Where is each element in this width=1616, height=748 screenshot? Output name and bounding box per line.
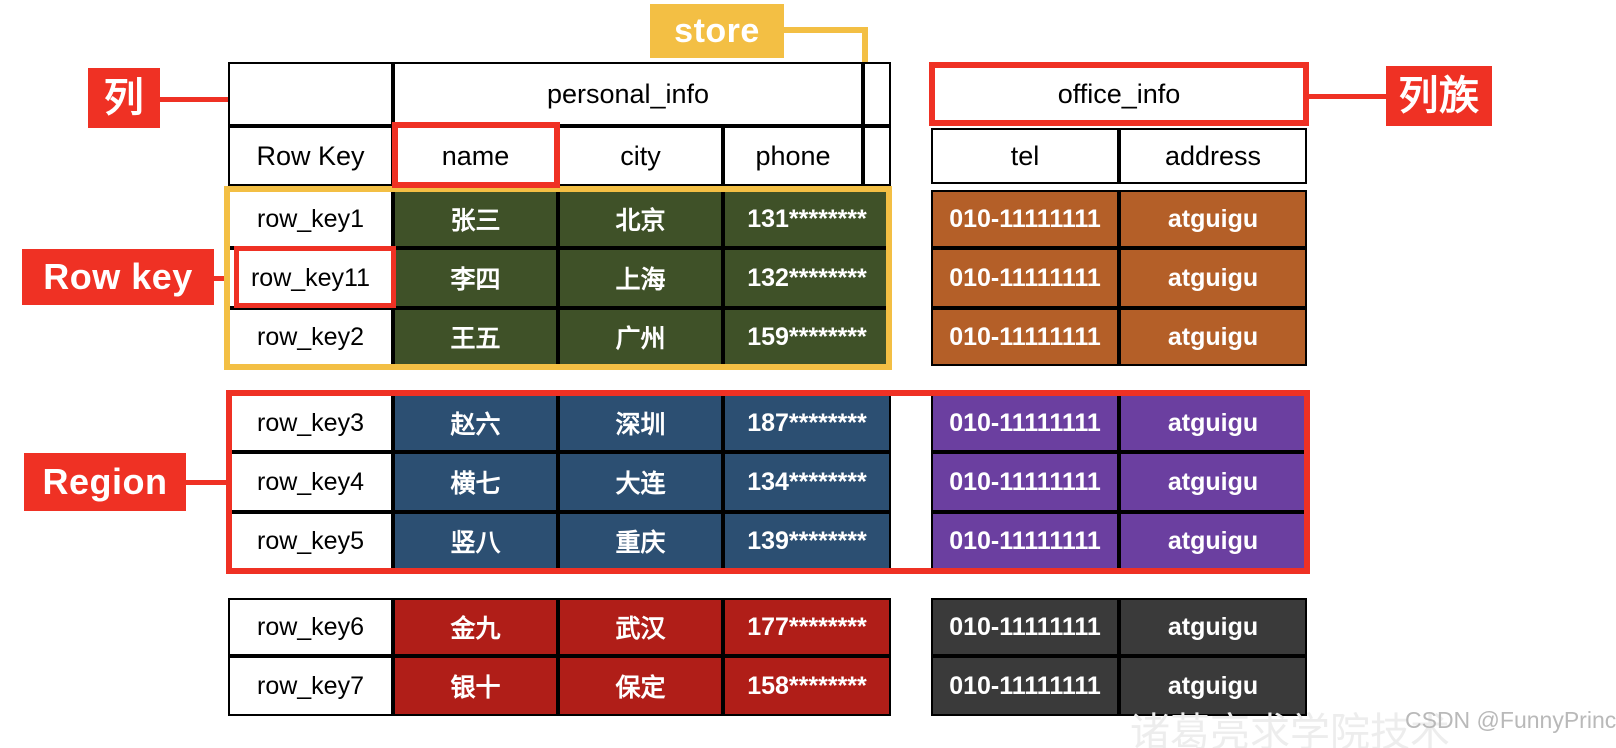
- address-cell-text: atguigu: [1167, 322, 1259, 351]
- watermark-csdn: CSDN @FunnyPrince_: [1405, 707, 1616, 734]
- address-cell-text: atguigu: [1167, 612, 1259, 641]
- column-label-text: 列: [103, 76, 145, 120]
- table-row: row_key7: [228, 656, 393, 716]
- address-cell-text: atguigu: [1167, 204, 1259, 233]
- row-key-cell: row_key6: [257, 612, 364, 641]
- region-label-text: Region: [42, 461, 168, 502]
- row-key-label: Row key: [22, 249, 214, 305]
- hbase-table-diagram: store 列 Row key Region 列族 personal_info …: [0, 0, 1616, 748]
- name-cell-text: 金九: [450, 615, 501, 643]
- tel-cell: 010-11111111: [931, 248, 1119, 308]
- phone-cell-text: 158********: [747, 671, 867, 700]
- header-corner-blank: [228, 62, 393, 126]
- personal-col-header-phone-text: phone: [755, 140, 831, 171]
- address-cell: atguigu: [1119, 248, 1307, 308]
- region-highlight: [226, 390, 1310, 574]
- tel-cell: 010-11111111: [931, 308, 1119, 366]
- row-key-label-text: Row key: [43, 256, 193, 297]
- phone-cell: 158********: [723, 656, 891, 716]
- address-cell: atguigu: [1119, 308, 1307, 366]
- column-label: 列: [88, 68, 160, 128]
- watermark-csdn-text: CSDN @FunnyPrince_: [1405, 707, 1616, 733]
- personal-col-header-rowkey: Row Key: [228, 126, 393, 186]
- city-cell-text: 保定: [615, 674, 666, 702]
- tel-cell: 010-11111111: [931, 598, 1119, 656]
- address-cell-text: atguigu: [1167, 671, 1259, 700]
- name-cell-text: 银十: [450, 674, 501, 702]
- region-label: Region: [24, 453, 186, 511]
- personal-col-header-rowkey-text: Row Key: [256, 140, 365, 171]
- personal-info-family-header: personal_info: [393, 62, 863, 126]
- table-row: row_key6: [228, 598, 393, 656]
- city-cell: 武汉: [558, 598, 723, 656]
- tel-cell: 010-11111111: [931, 190, 1119, 248]
- personal-col-header-phone: phone: [723, 126, 863, 186]
- office-col-header-address-text: address: [1164, 140, 1262, 171]
- personal-info-family-text: personal_info: [546, 78, 710, 109]
- store-label: store: [650, 4, 784, 58]
- row-key-highlight: [234, 246, 396, 308]
- phone-cell: 177********: [723, 598, 891, 656]
- watermark-chinese: 诸葛亮求学院技术: [1130, 700, 1450, 748]
- city-cell: 保定: [558, 656, 723, 716]
- city-cell-text: 武汉: [615, 615, 666, 643]
- column-family-label: 列族: [1386, 66, 1492, 126]
- store-connector-horizontal: [772, 27, 868, 33]
- personal-col-header-city-text: city: [620, 140, 661, 171]
- address-cell: atguigu: [1119, 598, 1307, 656]
- tel-cell: 010-11111111: [931, 656, 1119, 716]
- column-highlight: [392, 122, 560, 188]
- office-col-header-tel-text: tel: [1010, 140, 1040, 171]
- tel-cell-text: 010-11111111: [949, 322, 1101, 351]
- personal-store-gutter-top: [863, 62, 891, 126]
- address-cell: atguigu: [1119, 190, 1307, 248]
- name-cell: 金九: [393, 598, 558, 656]
- phone-cell-text: 177********: [747, 612, 867, 641]
- tel-cell-text: 010-11111111: [949, 204, 1101, 233]
- watermark-chinese-text: 诸葛亮求学院技术: [1130, 710, 1450, 748]
- office-col-header-tel: tel: [931, 128, 1119, 184]
- tel-cell-text: 010-11111111: [949, 263, 1101, 292]
- tel-cell-text: 010-11111111: [949, 612, 1101, 641]
- address-cell-text: atguigu: [1167, 263, 1259, 292]
- office-col-header-address: address: [1119, 128, 1307, 184]
- column-family-label-text: 列族: [1398, 74, 1480, 118]
- tel-cell-text: 010-11111111: [949, 671, 1101, 700]
- personal-col-header-city: city: [558, 126, 723, 186]
- column-family-connector: [1305, 94, 1393, 99]
- name-cell: 银十: [393, 656, 558, 716]
- column-family-highlight: [929, 62, 1309, 126]
- row-key-cell: row_key7: [257, 671, 364, 700]
- store-label-text: store: [674, 12, 760, 50]
- personal-store-gutter-header: [863, 126, 891, 186]
